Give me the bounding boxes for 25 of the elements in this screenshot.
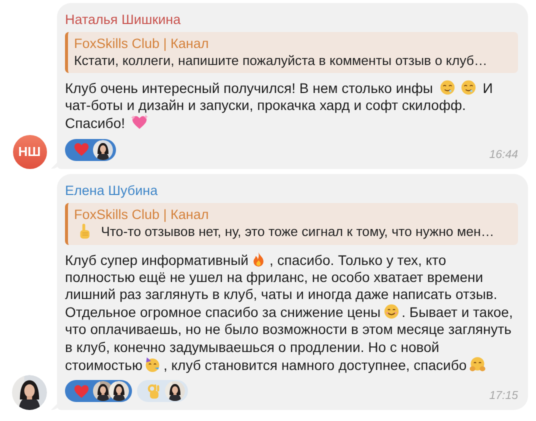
message-time: 17:15 [489,390,518,402]
user-avatar[interactable]: НШ [12,134,46,169]
message-text: Клуб очень интересный получился! В нем столько инфы И чат-боты и дизайн и запуски, прокачка хард и софт скилофф. Спасибо! [65,79,494,133]
reply-quote[interactable]: FoxSkills Club | Канал Кстати, коллеги, напишите пожалуйста в комменты отзыв о клуб… [65,32,518,73]
reply-text: Кстати, коллеги, напишите пожалуйста в комменты отзыв о клуб… [74,52,488,69]
reply-title: FoxSkills Club | Канал [74,206,210,223]
reply-title: FoxSkills Club | Канал [74,35,210,52]
reaction-chip[interactable] [65,380,132,402]
blushing-face-icon [438,79,456,96]
reply-text: Что-то отзывов нет, ну, это тоже сигнал к тому, что нужно мен… [101,223,494,240]
ok-hand-icon [145,382,162,400]
party-face-icon [144,356,162,373]
author-name[interactable]: Наталья Шишкина [65,12,181,27]
smiling-face-icon [382,303,400,320]
author-name[interactable]: Елена Шубина [65,182,158,198]
blushing-face-icon [460,79,477,96]
reaction-chip[interactable] [137,380,188,402]
hugging-face-icon [468,356,486,373]
heart-icon [73,382,90,400]
heart-icon [73,141,90,158]
sparkling-heart-icon [130,114,148,132]
message-time: 16:44 [489,148,518,161]
reaction-chip[interactable] [65,138,116,161]
message-text: Клуб супер информативный , спасибо. Только у тех, кто полностью ещё не ушел на фриланс, не особо хватает времени лишний раз заглянуть в клуб, чаты и иногда даже написать отзыв. Отдельное огромное спасибо за снижение цены . Бывает и такое, что оплачиваешь, но не было возможности в этом месяце заглянуть в клуб, конечно задумываешься о продлении. Но с новой стоимостью , клуб становится намного доступнее, спасибо [65,250,514,374]
reply-quote[interactable]: FoxSkills Club | Канал Что-то отзывов нет, ну, это тоже сигнал к тому, что нужно мен… [65,202,518,245]
